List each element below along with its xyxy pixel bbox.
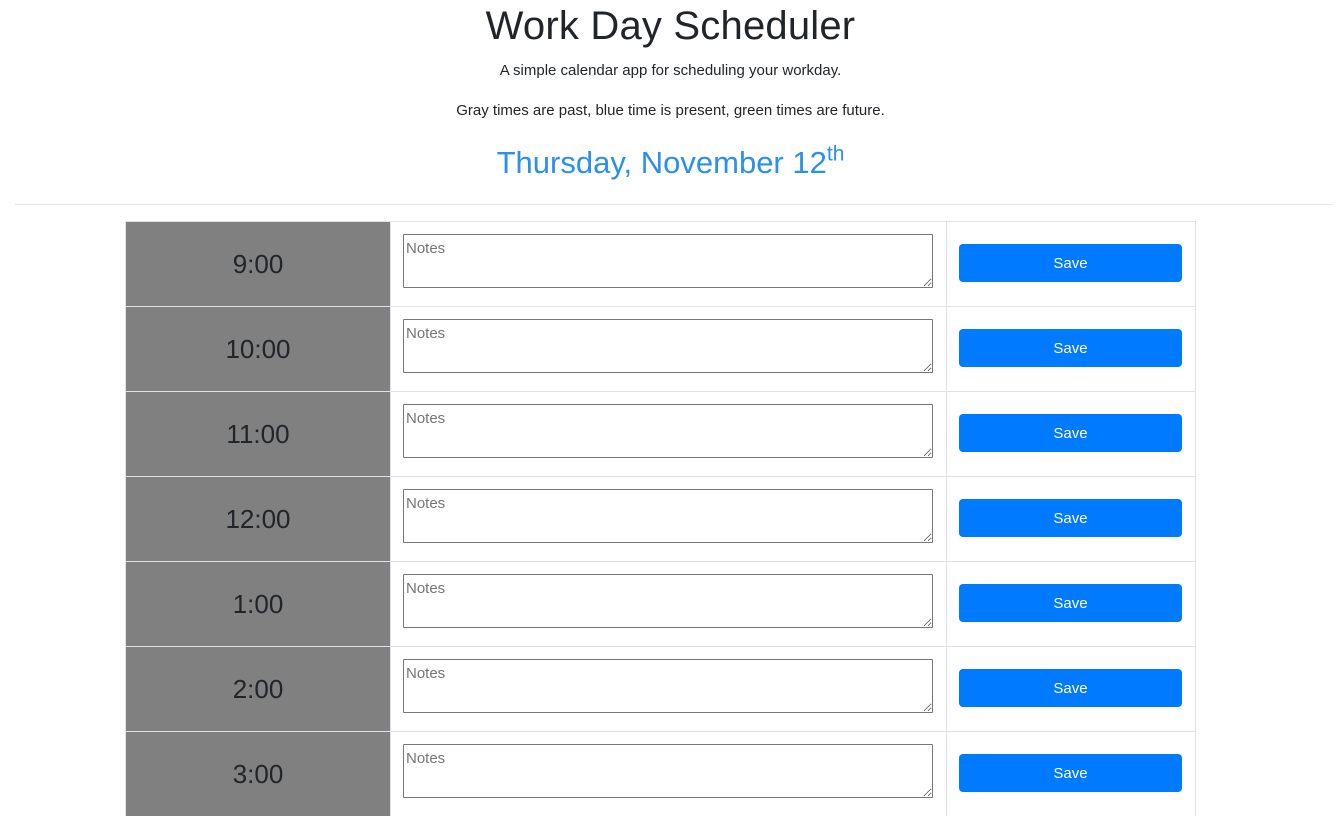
notes-input[interactable]: [403, 744, 933, 798]
hour-label: 1:00: [126, 562, 391, 646]
save-cell: Save: [947, 392, 1195, 476]
save-button[interactable]: Save: [959, 754, 1182, 792]
current-date-text: Thursday, November 12: [496, 145, 827, 180]
save-button[interactable]: Save: [959, 584, 1182, 622]
notes-input[interactable]: [403, 404, 933, 458]
save-button[interactable]: Save: [959, 329, 1182, 367]
notes-input[interactable]: [403, 319, 933, 373]
save-button[interactable]: Save: [959, 244, 1182, 282]
time-block: 11:00 Save: [126, 391, 1195, 476]
save-button[interactable]: Save: [959, 669, 1182, 707]
time-block: 9:00 Save: [126, 221, 1195, 306]
date-suffix: th: [826, 142, 845, 166]
save-cell: Save: [947, 477, 1195, 561]
color-legend: Gray times are past, blue time is presen…: [456, 102, 885, 119]
save-button[interactable]: Save: [959, 499, 1182, 537]
time-block: 12:00 Save: [126, 476, 1195, 561]
current-date: Thursday, November 12th: [0, 142, 1341, 188]
notes-cell: [391, 477, 947, 561]
notes-input[interactable]: [403, 659, 933, 713]
header: Work Day Scheduler A simple calendar app…: [0, 0, 1341, 188]
notes-input[interactable]: [403, 489, 933, 543]
notes-cell: [391, 562, 947, 646]
time-block: 1:00 Save: [126, 561, 1195, 646]
page-title: Work Day Scheduler: [485, 4, 856, 48]
save-button[interactable]: Save: [959, 414, 1182, 452]
subtitle: A simple calendar app for scheduling you…: [499, 62, 842, 79]
save-cell: Save: [947, 647, 1195, 731]
hour-label: 10:00: [126, 307, 391, 391]
hour-label: 9:00: [126, 222, 391, 306]
hour-label: 11:00: [126, 392, 391, 476]
notes-cell: [391, 307, 947, 391]
schedule: 9:00 Save 10:00 Save 11:00 Save 12:00 Sa…: [125, 221, 1196, 816]
save-cell: Save: [947, 222, 1195, 306]
notes-input[interactable]: [403, 234, 933, 288]
notes-cell: [391, 732, 947, 816]
hour-label: 12:00: [126, 477, 391, 561]
save-cell: Save: [947, 307, 1195, 391]
save-cell: Save: [947, 732, 1195, 816]
hour-label: 3:00: [126, 732, 391, 816]
time-block: 10:00 Save: [126, 306, 1195, 391]
hour-label: 2:00: [126, 647, 391, 731]
save-cell: Save: [947, 562, 1195, 646]
notes-cell: [391, 222, 947, 306]
notes-cell: [391, 647, 947, 731]
time-block: 3:00 Save: [126, 731, 1195, 816]
time-block: 2:00 Save: [126, 646, 1195, 731]
notes-input[interactable]: [403, 574, 933, 628]
divider: [15, 204, 1333, 205]
notes-cell: [391, 392, 947, 476]
